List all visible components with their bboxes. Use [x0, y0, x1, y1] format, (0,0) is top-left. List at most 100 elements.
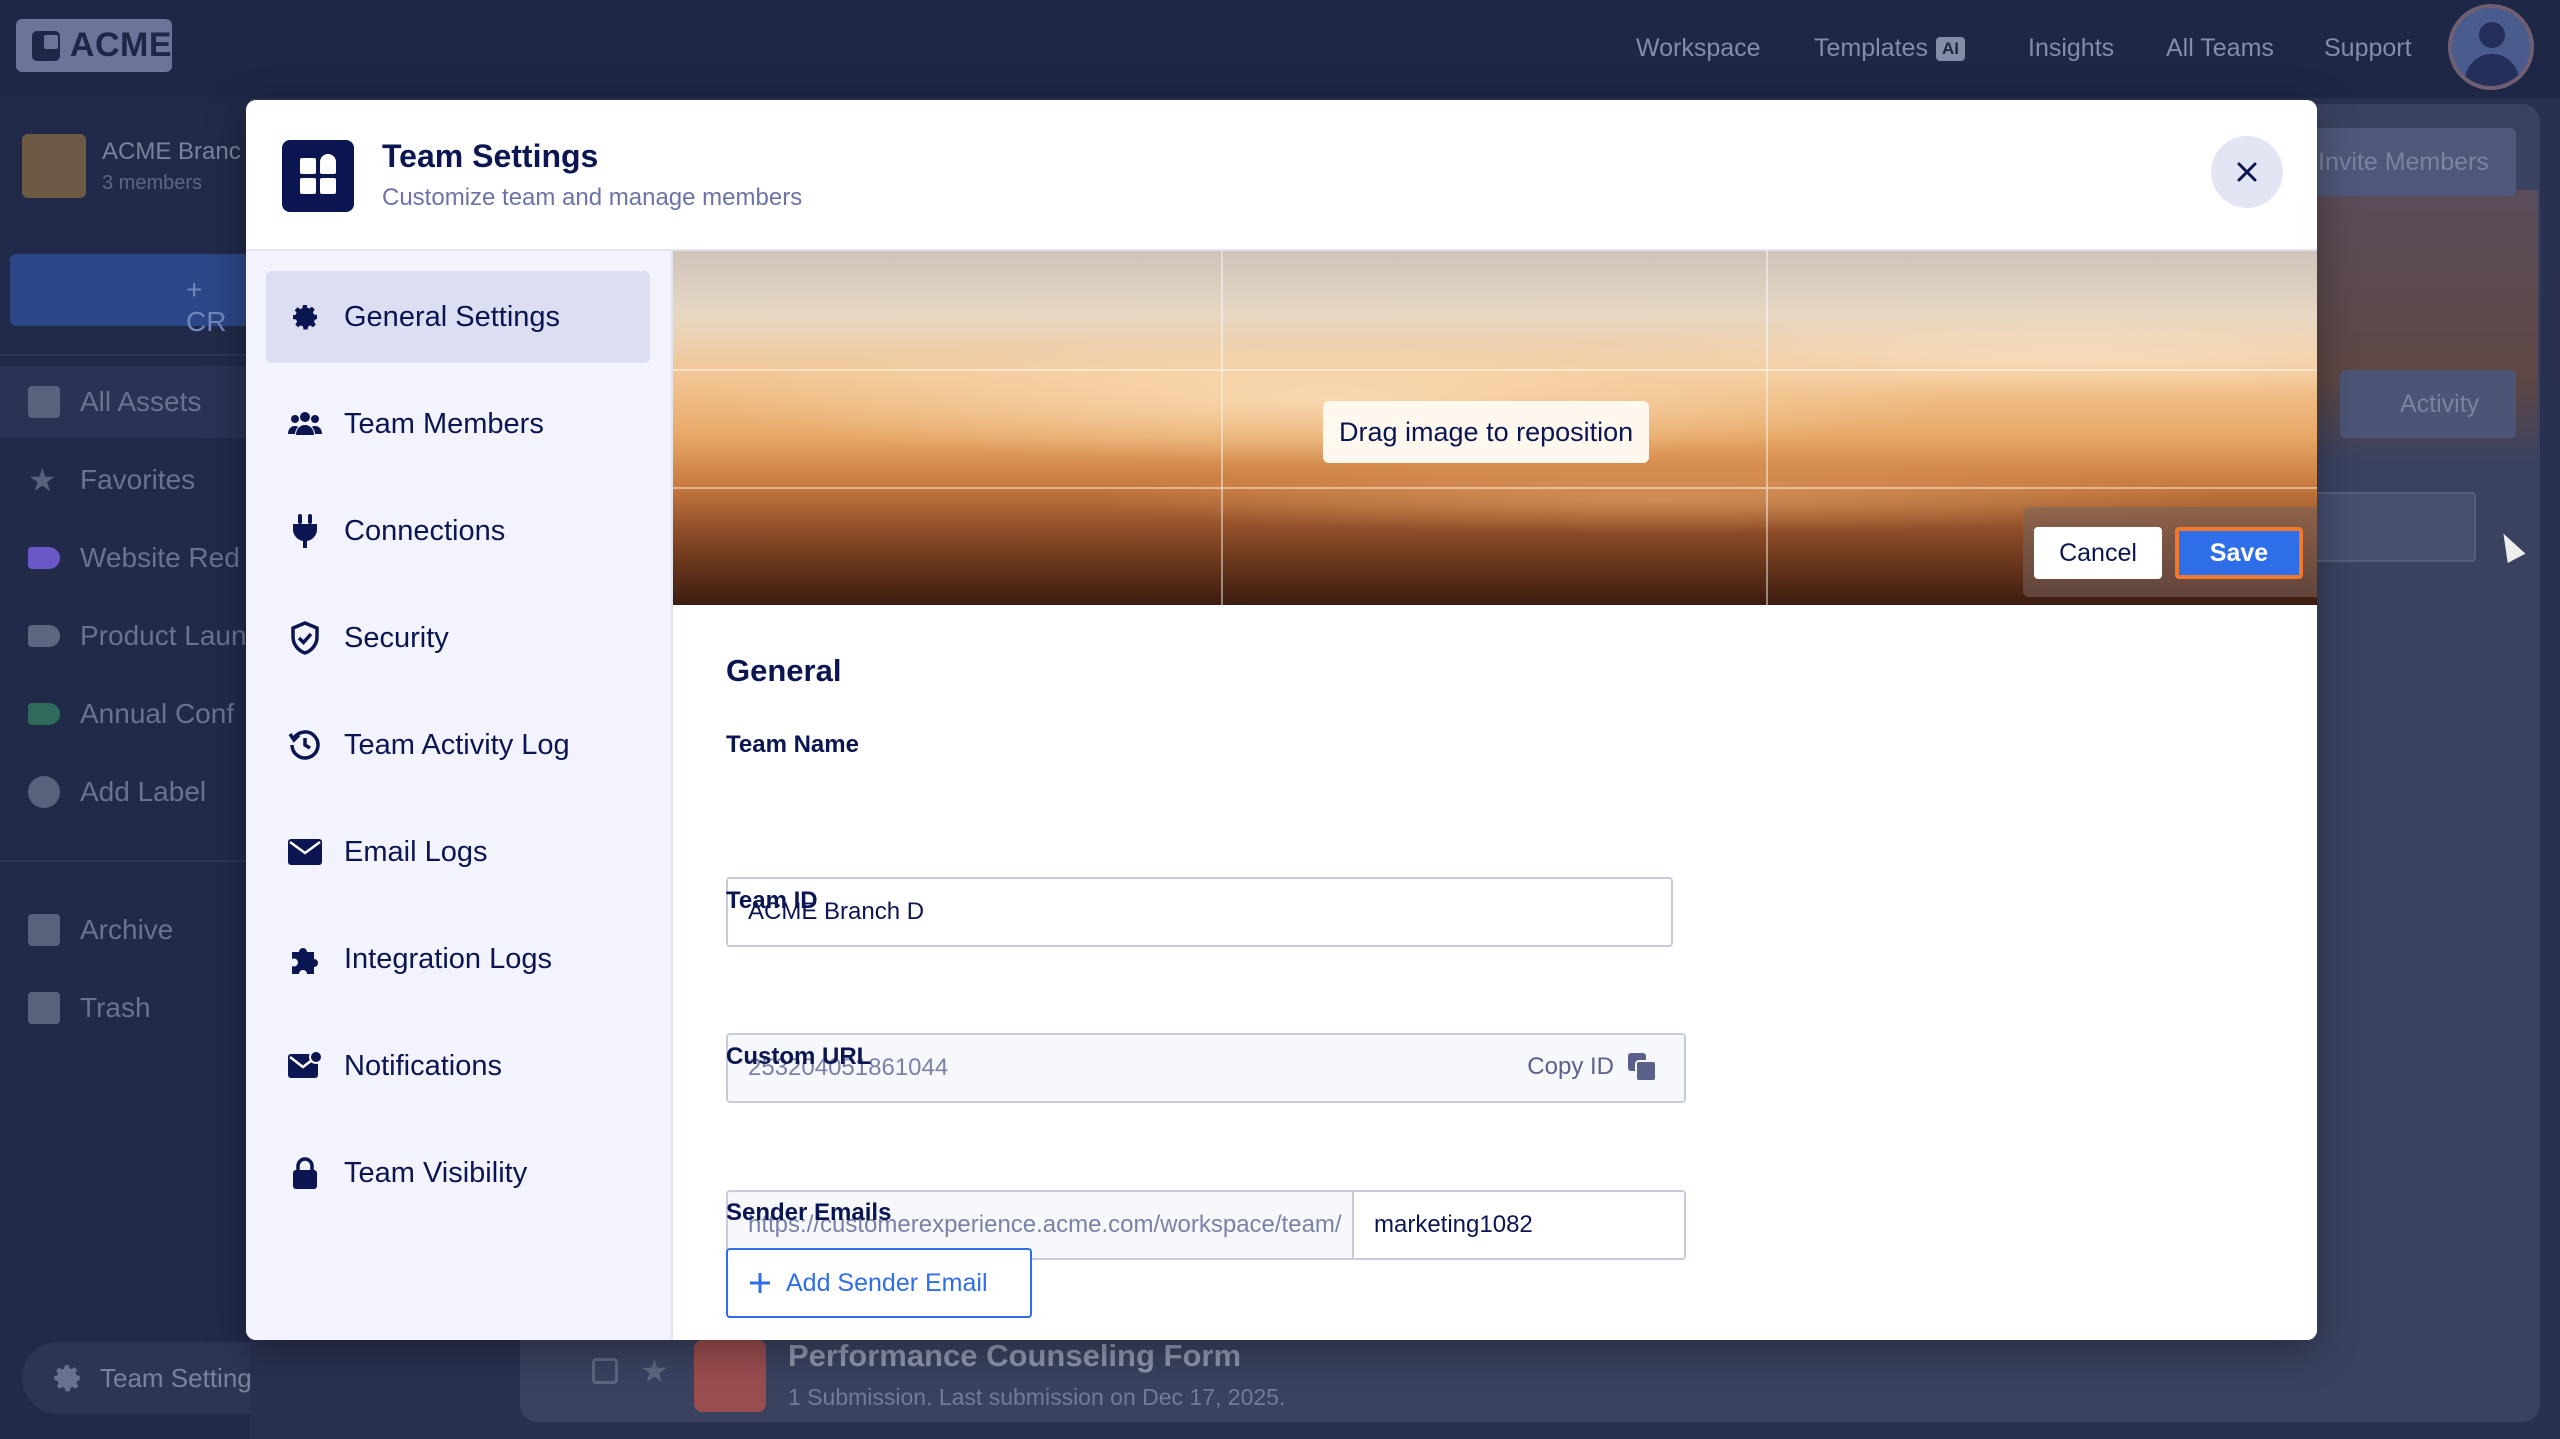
sidebar-item-label: All Assets [80, 386, 202, 417]
nav-all-teams[interactable]: All Teams [2166, 34, 2274, 63]
modal-header: Team Settings Customize team and manage … [246, 100, 2317, 251]
general-form: General Team Name Team ID 25320405186104… [673, 605, 2317, 1340]
grid-line [1221, 251, 1223, 605]
create-button[interactable]: + CR [10, 254, 250, 337]
lock-icon [288, 1156, 322, 1190]
nav-team-members[interactable]: Team Members [266, 378, 650, 470]
copy-icon [1628, 1053, 1657, 1082]
sidebar-item-label: Favorites [80, 464, 196, 495]
modal-title: Team Settings [382, 138, 599, 174]
nav-support[interactable]: Support [2324, 34, 2412, 63]
envelope-icon [288, 835, 322, 869]
nav-team-visibility[interactable]: Team Visibility [266, 1127, 650, 1219]
team-name-input[interactable] [726, 877, 1673, 947]
trash-icon [28, 992, 60, 1024]
form-submission-info: 1 Submission. Last submission on Dec 17,… [788, 1384, 1286, 1410]
activity-button[interactable]: Activity [2340, 370, 2516, 438]
custom-url-input[interactable] [1354, 1192, 1684, 1258]
add-sender-email-button[interactable]: Add Sender Email [726, 1248, 1032, 1318]
plus-circle-icon [28, 776, 60, 808]
star-icon[interactable]: ★ [640, 1352, 669, 1390]
settings-nav: General Settings Team Members Connection… [246, 251, 673, 1340]
copy-id-label: Copy ID [1527, 1053, 1614, 1080]
sidebar-item-label: Add Label [80, 776, 207, 807]
nav-integration-logs[interactable]: Integration Logs [266, 913, 650, 1005]
modal-subtitle: Customize team and manage members [382, 184, 803, 211]
sidebar-divider [0, 354, 250, 356]
label-icon [28, 625, 60, 647]
close-icon [2237, 162, 2257, 182]
ai-badge: AI [1935, 37, 1965, 61]
plug-icon [288, 514, 322, 548]
sidebar-item-label: Trash [80, 992, 151, 1023]
row-checkbox[interactable] [592, 1358, 618, 1384]
nav-general-settings[interactable]: General Settings [266, 271, 650, 363]
copy-id-button[interactable]: Copy ID [1527, 1051, 1658, 1083]
avatar-body-icon [2465, 54, 2519, 86]
logo-text: ACME [69, 26, 172, 64]
nav-templates[interactable]: Templates AI [1814, 34, 1965, 63]
star-icon: ★ [28, 462, 57, 498]
nav-workspace[interactable]: Workspace [1636, 34, 1761, 63]
team-name-label: Team Name [726, 731, 859, 758]
sidebar-item-archive[interactable]: Archive [0, 894, 250, 966]
nav-connections[interactable]: Connections [266, 485, 650, 577]
nav-item-label: General Settings [344, 300, 561, 333]
puzzle-icon [288, 942, 322, 976]
sidebar-item-label: Archive [80, 914, 174, 945]
sender-emails-label: Sender Emails [726, 1199, 892, 1226]
cancel-button[interactable]: Cancel [2034, 527, 2162, 579]
team-id-label: Team ID [726, 887, 818, 914]
nav-item-label: Team Activity Log [344, 728, 570, 761]
sidebar-item-favorites[interactable]: ★ Favorites [0, 444, 250, 516]
team-settings-logo-icon [282, 140, 354, 212]
top-bar: ACME Workspace Templates AI Insights All … [0, 0, 2560, 98]
grid-line [673, 369, 2317, 371]
close-button[interactable] [2211, 136, 2283, 208]
nav-security[interactable]: Security [266, 592, 650, 684]
team-thumbnail [22, 134, 86, 198]
logo-mark-icon [32, 30, 60, 61]
cover-image-editor[interactable]: Drag image to reposition Cancel Save [673, 251, 2317, 605]
team-card[interactable]: ACME Branc 3 members [22, 134, 241, 198]
save-button[interactable]: Save [2175, 527, 2303, 579]
gear-icon [288, 300, 322, 334]
sidebar-item-label: Website Red [80, 542, 240, 573]
sidebar-item-trash[interactable]: Trash [0, 972, 250, 1044]
team-settings-label: Team Settings [100, 1362, 265, 1393]
team-card-name: ACME Branc [102, 137, 241, 165]
sidebar-item-product-launch[interactable]: Product Laun [0, 600, 250, 672]
user-avatar[interactable] [2448, 4, 2534, 90]
acme-logo[interactable]: ACME [16, 19, 172, 72]
nav-team-activity-log[interactable]: Team Activity Log [266, 699, 650, 791]
sidebar-item-website-redesign[interactable]: Website Red [0, 522, 250, 594]
nav-item-label: Connections [344, 514, 506, 547]
background-search-input[interactable] [2300, 492, 2476, 562]
gear-icon [54, 1365, 80, 1392]
drag-hint: Drag image to reposition [1323, 401, 1650, 463]
sidebar-item-annual-conference[interactable]: Annual Conf [0, 678, 250, 750]
sidebar-divider [0, 860, 250, 862]
sidebar-item-label: Product Laun [80, 620, 247, 651]
grid-line [673, 487, 2317, 489]
nav-email-logs[interactable]: Email Logs [266, 806, 650, 898]
nav-item-label: Team Visibility [344, 1156, 528, 1189]
nav-notifications[interactable]: Notifications [266, 1020, 650, 1112]
sidebar-item-add-label[interactable]: Add Label [0, 756, 250, 828]
nav-item-label: Email Logs [344, 835, 488, 868]
add-sender-label: Add Sender Email [786, 1268, 988, 1297]
nav-insights[interactable]: Insights [2028, 34, 2114, 63]
label-icon [28, 547, 60, 569]
grid-icon [28, 386, 60, 418]
sidebar-item-all-assets[interactable]: All Assets [0, 366, 250, 438]
custom-url-label: Custom URL [726, 1043, 872, 1070]
mail-bell-icon [288, 1049, 322, 1083]
invite-members-button[interactable]: Invite Members [2296, 128, 2516, 196]
form-document-icon [694, 1340, 766, 1412]
label-icon [28, 703, 60, 725]
nav-item-label: Team Members [344, 407, 544, 440]
section-title: General [726, 653, 842, 688]
avatar-head-icon [2479, 22, 2505, 48]
form-title[interactable]: Performance Counseling Form [788, 1338, 1241, 1374]
nav-item-label: Security [344, 621, 449, 654]
